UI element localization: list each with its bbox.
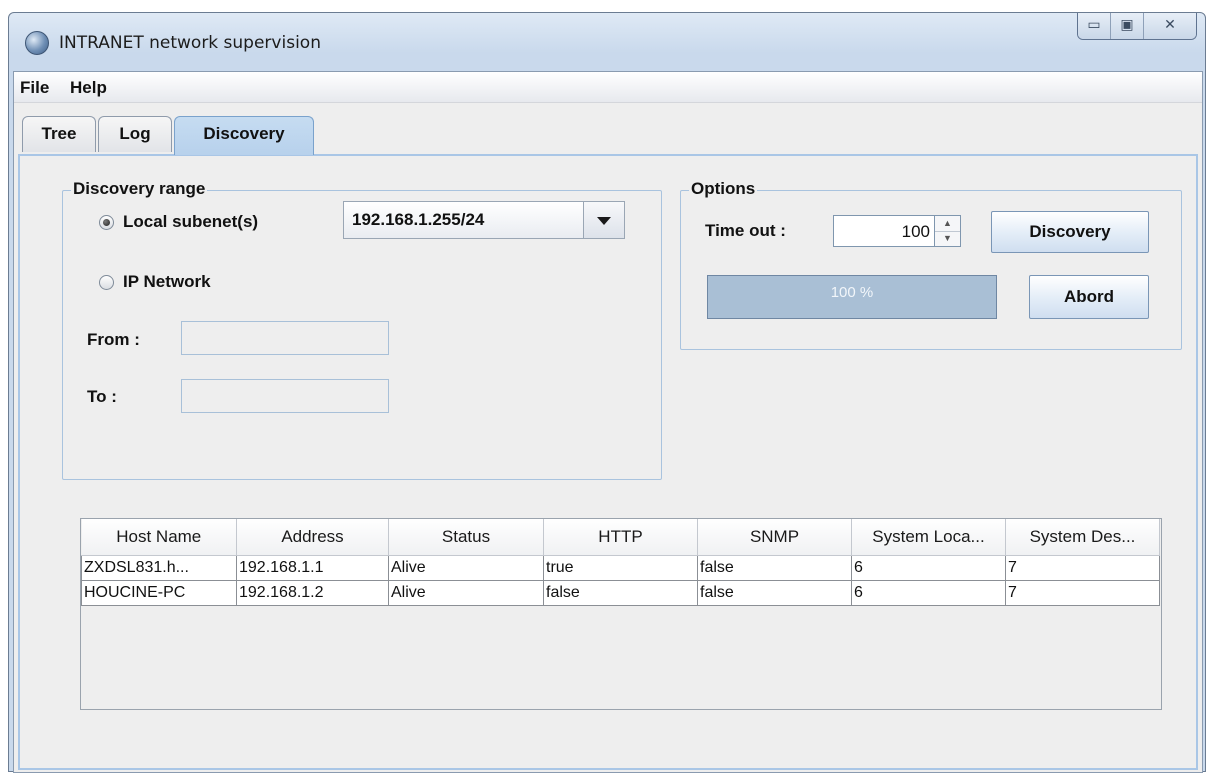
cell-status[interactable]: Alive <box>388 580 544 606</box>
cell-status[interactable]: Alive <box>388 555 544 581</box>
abort-button[interactable]: Abord <box>1029 275 1149 319</box>
close-icon: ✕ <box>1164 16 1176 32</box>
column-header-snmp[interactable]: SNMP <box>697 519 852 556</box>
from-input[interactable] <box>181 321 389 355</box>
timeout-label: Time out : <box>705 221 786 240</box>
local-subnet-radio[interactable] <box>99 215 114 230</box>
discovery-range-group: Discovery range Local subenet(s) 192.168… <box>62 179 662 480</box>
spin-down-icon[interactable]: ▼ <box>935 231 960 246</box>
cell-system-location[interactable]: 6 <box>851 555 1006 581</box>
cell-http[interactable]: true <box>543 555 698 581</box>
table-row[interactable]: ZXDSL831.h... 192.168.1.1 Alive true fal… <box>81 555 1160 581</box>
timeout-value: 100 <box>901 222 930 241</box>
tab-log[interactable]: Log <box>98 116 172 152</box>
cell-system-description[interactable]: 7 <box>1005 580 1160 606</box>
chevron-down-icon <box>597 217 611 225</box>
cell-host-name[interactable]: ZXDSL831.h... <box>81 555 237 581</box>
tab-tree[interactable]: Tree <box>22 116 96 152</box>
discovery-panel: Discovery range Local subenet(s) 192.168… <box>18 154 1198 770</box>
ip-network-label: IP Network <box>123 272 211 291</box>
local-subnet-label: Local subenet(s) <box>123 212 259 231</box>
cell-address[interactable]: 192.168.1.1 <box>236 555 389 581</box>
radio-selected-dot <box>103 219 110 226</box>
cell-http[interactable]: false <box>543 580 698 606</box>
globe-icon <box>25 31 49 55</box>
timeout-spinner[interactable]: ▲ ▼ <box>935 215 961 247</box>
cell-system-description[interactable]: 7 <box>1005 555 1160 581</box>
cell-system-location[interactable]: 6 <box>851 580 1006 606</box>
results-grid: Host Name Address Status HTTP SNMP Syste… <box>81 519 1160 606</box>
window-title: INTRANET network supervision <box>59 33 321 53</box>
maximize-icon: ▣ <box>1120 16 1134 32</box>
timeout-input[interactable]: 100 <box>833 215 935 247</box>
options-group: Options Time out : 100 ▲ ▼ Discovery 100… <box>680 179 1182 350</box>
column-header-status[interactable]: Status <box>388 519 544 556</box>
menu-help[interactable]: Help <box>70 78 107 98</box>
client-area: File Help Tree Log Discovery Discovery r… <box>13 71 1203 773</box>
maximize-button[interactable]: ▣ <box>1111 13 1144 39</box>
from-label: From : <box>87 330 140 349</box>
title-bar[interactable]: INTRANET network supervision ▭ ▣ ✕ <box>9 13 1205 71</box>
minimize-icon: ▭ <box>1087 16 1101 32</box>
subnet-dropdown[interactable]: 192.168.1.255/24 <box>343 201 625 239</box>
to-label: To : <box>87 387 117 406</box>
close-button[interactable]: ✕ <box>1144 13 1196 39</box>
tab-discovery[interactable]: Discovery <box>174 116 314 155</box>
column-header-address[interactable]: Address <box>236 519 389 556</box>
menu-file[interactable]: File <box>20 78 49 98</box>
ip-network-radio[interactable] <box>99 275 114 290</box>
progress-text: 100 % <box>830 284 874 301</box>
options-title: Options <box>689 179 758 199</box>
app-window: INTRANET network supervision ▭ ▣ ✕ File … <box>8 12 1206 773</box>
column-header-system-location[interactable]: System Loca... <box>851 519 1006 556</box>
cell-address[interactable]: 192.168.1.2 <box>236 580 389 606</box>
results-table: Host Name Address Status HTTP SNMP Syste… <box>80 518 1162 710</box>
column-header-system-description[interactable]: System Des... <box>1005 519 1160 556</box>
cell-snmp[interactable]: false <box>697 555 852 581</box>
dropdown-button[interactable] <box>583 202 624 238</box>
minimize-button[interactable]: ▭ <box>1078 13 1111 39</box>
table-header-row: Host Name Address Status HTTP SNMP Syste… <box>81 519 1160 556</box>
discovery-button[interactable]: Discovery <box>991 211 1149 253</box>
cell-host-name[interactable]: HOUCINE-PC <box>81 580 237 606</box>
to-input[interactable] <box>181 379 389 413</box>
window-controls: ▭ ▣ ✕ <box>1077 13 1197 40</box>
column-header-http[interactable]: HTTP <box>543 519 698 556</box>
spin-up-icon[interactable]: ▲ <box>935 216 960 232</box>
cell-snmp[interactable]: false <box>697 580 852 606</box>
column-header-host-name[interactable]: Host Name <box>81 519 237 556</box>
discovery-range-title: Discovery range <box>71 179 208 199</box>
subnet-value: 192.168.1.255/24 <box>352 210 485 229</box>
table-row[interactable]: HOUCINE-PC 192.168.1.2 Alive false false… <box>81 580 1160 606</box>
menu-bar: File Help <box>14 72 1202 103</box>
discovery-progress-bar: 100 % <box>707 275 997 319</box>
